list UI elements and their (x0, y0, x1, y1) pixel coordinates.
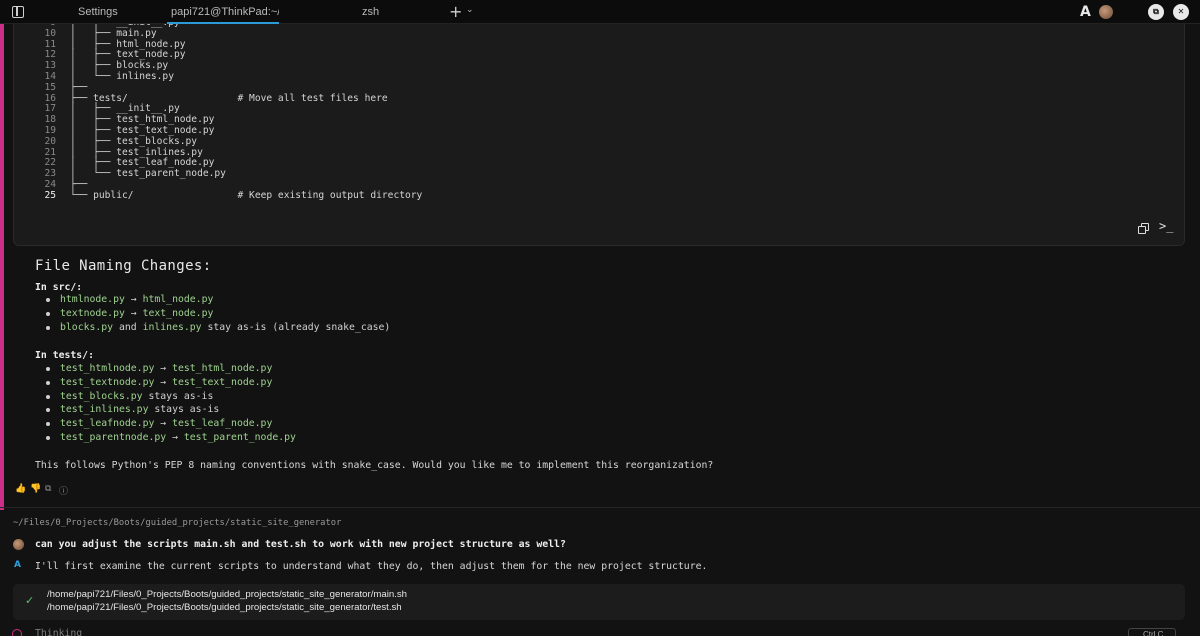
check-icon: ✓ (25, 594, 35, 607)
code-lines: 9│ ├── __init__.py 10│ ├── main.py 11│ ├… (14, 17, 1184, 202)
src-label: In src/: (35, 282, 83, 293)
tab-zsh[interactable]: zsh (362, 0, 402, 24)
file-read-card[interactable]: ✓ /home/papi721/Files/0_Projects/Boots/g… (13, 584, 1185, 620)
avatar[interactable] (1099, 5, 1113, 19)
code-line: 11 │ ├── html_node.py (44, 38, 186, 50)
file-path[interactable]: /home/papi721/Files/0_Projects/Boots/gui… (47, 602, 402, 613)
chevron-down-icon[interactable]: ⌄ (466, 5, 474, 15)
new-tab-button[interactable]: + (449, 2, 462, 21)
thumbs-down-icon[interactable]: 👎 (30, 484, 41, 494)
code-line: 13 │ ├── blocks.py (44, 60, 169, 72)
conversation-accent-bar (0, 24, 4, 510)
code-line: 15 ├── (44, 81, 88, 93)
agent-icon: A (14, 560, 21, 570)
list-item: htmlnode.py → html_node.py (45, 293, 390, 307)
run-in-terminal-icon[interactable]: >_ (1159, 219, 1173, 233)
user-avatar (13, 539, 24, 550)
file-path[interactable]: /home/papi721/Files/0_Projects/Boots/gui… (47, 589, 407, 600)
thumbs-up-icon[interactable]: 👍 (15, 484, 26, 494)
code-line: 25 └── public/ # Keep existing output dir… (44, 189, 423, 201)
restore-window-button[interactable]: ⧉ (1148, 4, 1164, 20)
tests-list: test_htmlnode.py → test_html_node.py tes… (46, 362, 296, 445)
close-window-button[interactable]: ✕ (1173, 4, 1189, 20)
response-summary: This follows Python's PEP 8 naming conve… (35, 460, 714, 471)
list-item: test_inlines.py stays as-is (46, 403, 296, 417)
info-icon[interactable]: ⓘ (59, 484, 68, 497)
agent-message: I'll first examine the current scripts t… (35, 561, 708, 572)
code-line: 23 │ └── test_parent_node.py (44, 168, 226, 180)
code-line: 14 │ └── inlines.py (44, 70, 174, 82)
section-heading: File Naming Changes: (35, 258, 212, 274)
thinking-status: Thinking (35, 628, 83, 636)
list-item: blocks.py and inlines.py stay as-is (alr… (45, 321, 391, 333)
user-message: can you adjust the scripts main.sh and t… (35, 539, 566, 550)
list-item: textnode.py → text_node.py (45, 307, 390, 321)
tab-bar: Settings papi721@ThinkPad:~/Files/0_P zs… (0, 0, 1200, 24)
divider (0, 507, 1200, 508)
list-item: test_htmlnode.py → test_html_node.py (46, 362, 296, 376)
copy-response-icon[interactable]: ⧉ (45, 484, 51, 494)
close-icon: ✕ (1177, 7, 1185, 16)
code-line: 20 │ ├── test_blocks.py (44, 135, 198, 147)
sidebar-toggle-icon[interactable] (12, 6, 24, 18)
tab-settings[interactable]: Settings (78, 0, 158, 24)
tab-terminal-active[interactable]: papi721@ThinkPad:~/Files/0_P (167, 0, 279, 24)
tests-label: In tests/: (35, 350, 94, 361)
cancel-shortcut-badge[interactable]: Ctrl C (1128, 628, 1176, 636)
thinking-spinner-icon (12, 629, 22, 636)
restore-icon: ⧉ (1153, 7, 1159, 16)
code-block: 9│ ├── __init__.py 10│ ├── main.py 11│ ├… (13, 16, 1185, 246)
src-list: htmlnode.py → html_node.py textnode.py →… (45, 293, 391, 334)
list-item: test_parentnode.py → test_parent_node.py (46, 431, 296, 443)
list-item: test_leafnode.py → test_leaf_node.py (46, 417, 296, 431)
agent-logo-icon[interactable]: A (1080, 4, 1091, 20)
code-line: 12 │ ├── text_node.py (44, 49, 186, 61)
working-directory: ~/Files/0_Projects/Boots/guided_projects… (13, 518, 342, 528)
code-line: 10 │ ├── main.py (44, 27, 157, 39)
copy-icon[interactable] (1138, 223, 1149, 234)
list-item: test_blocks.py stays as-is (46, 390, 296, 404)
list-item: test_textnode.py → test_text_node.py (46, 376, 296, 390)
code-line: 16 ├── tests/ # Move all test files here (44, 92, 388, 104)
